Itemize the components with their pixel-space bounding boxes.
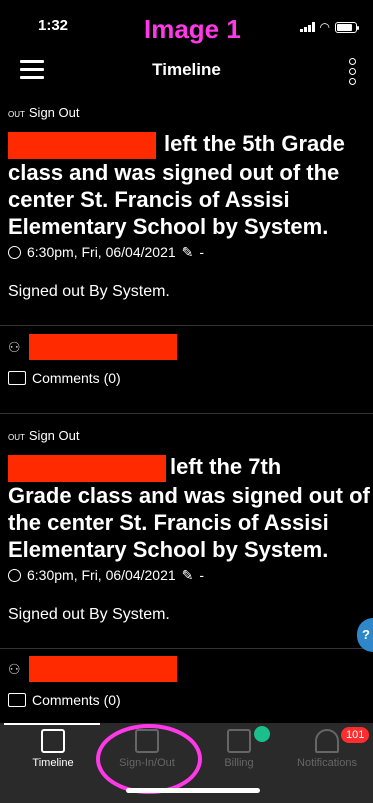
redacted-name bbox=[8, 131, 156, 159]
attendee-row: ⚇ bbox=[8, 334, 373, 360]
card-2-footer: ⚇ Comments (0) bbox=[8, 656, 373, 708]
people-icon: ⚇ bbox=[8, 338, 21, 355]
feather-icon: ✎ bbox=[181, 566, 194, 583]
timeline-card-1[interactable]: OUT Sign Out left the 5th Grade class and… bbox=[8, 105, 373, 301]
bell-icon bbox=[315, 729, 339, 753]
event-headline: left the 5th Grade class and was signed … bbox=[8, 131, 345, 239]
clock-icon bbox=[8, 568, 21, 582]
sign-out-tag: OUT Sign Out bbox=[8, 105, 80, 120]
sign-out-tag: OUT Sign Out bbox=[8, 428, 80, 443]
event-description: Signed out By System. bbox=[8, 605, 170, 623]
billing-calendar-icon bbox=[227, 729, 251, 753]
event-headline: left the 7th Grade class and was signed … bbox=[8, 454, 370, 562]
event-description: Signed out By System. bbox=[8, 282, 170, 300]
overlay-image-label: Image 1 bbox=[144, 14, 241, 44]
tab-timeline[interactable]: Timeline bbox=[12, 729, 94, 769]
people-icon: ⚇ bbox=[8, 660, 21, 677]
annotation-circle bbox=[96, 724, 202, 794]
battery-icon bbox=[335, 21, 359, 33]
divider bbox=[0, 648, 373, 649]
timeline-icon bbox=[41, 729, 65, 753]
comment-icon bbox=[8, 693, 26, 707]
divider bbox=[0, 413, 373, 414]
home-indicator bbox=[126, 788, 260, 793]
page-title: Timeline bbox=[152, 60, 221, 79]
status-icons: ◠ bbox=[299, 20, 359, 34]
event-meta: 6:30pm, Fri, 06/04/2021 ✎ - bbox=[8, 244, 373, 261]
attendee-row: ⚇ bbox=[8, 656, 373, 682]
signal-icon bbox=[299, 22, 315, 32]
active-tab-indicator bbox=[4, 723, 100, 725]
event-meta: 6:30pm, Fri, 06/04/2021 ✎ - bbox=[8, 567, 373, 584]
notifications-count-badge: 101 bbox=[341, 727, 370, 743]
clock-icon bbox=[8, 245, 21, 259]
header: Timeline bbox=[0, 48, 373, 93]
redacted-name bbox=[8, 454, 166, 482]
card-1-footer: ⚇ Comments (0) bbox=[8, 334, 373, 386]
comments-link[interactable]: Comments (0) bbox=[8, 692, 373, 708]
status-bar: 1:32 Image 1 ◠ bbox=[0, 0, 373, 48]
redacted-attendee bbox=[28, 334, 177, 360]
comments-link[interactable]: Comments (0) bbox=[8, 370, 373, 386]
billing-status-badge bbox=[254, 726, 270, 742]
feather-icon: ✎ bbox=[181, 243, 194, 260]
timeline-card-2[interactable]: OUT Sign Out left the 7th Grade class and… bbox=[8, 428, 373, 624]
divider bbox=[0, 325, 373, 326]
redacted-attendee bbox=[28, 656, 177, 682]
wifi-icon: ◠ bbox=[319, 20, 330, 34]
more-options-icon[interactable] bbox=[349, 58, 357, 85]
comment-icon bbox=[8, 371, 26, 385]
status-time: 1:32 bbox=[38, 17, 69, 34]
